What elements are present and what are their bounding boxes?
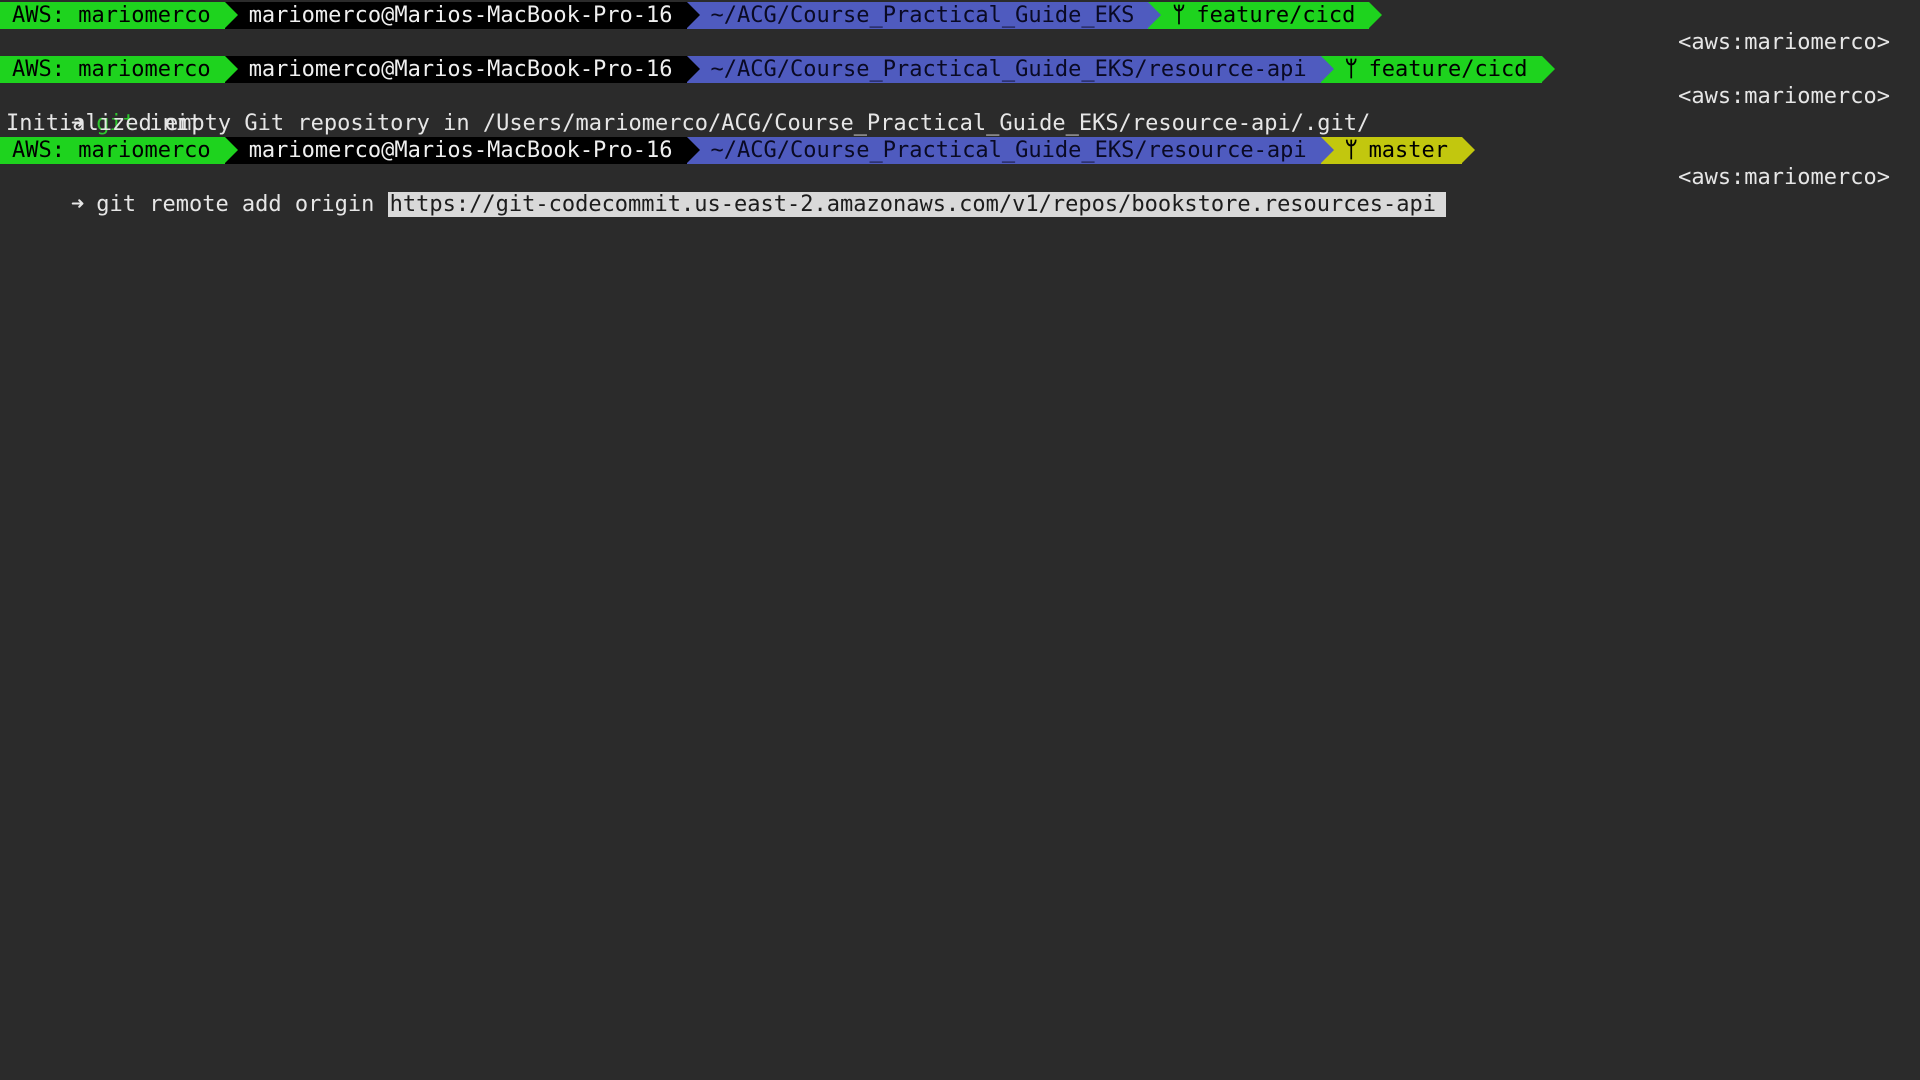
aws-profile-segment: AWS: mariomerco: [0, 2, 238, 29]
prompt-arrow-icon: ➜: [70, 192, 85, 217]
host-segment: mariomerco@Marios-MacBook-Pro-16: [224, 56, 700, 83]
git-branch-segment: ᛘ feature/cicd: [1320, 56, 1555, 83]
git-branch-segment: ᛘ feature/cicd: [1148, 2, 1383, 29]
right-prompt: <aws:mariomerco>: [1678, 30, 1890, 55]
prompt-line: AWS: mariomerco mariomerco@Marios-MacBoo…: [0, 56, 1920, 83]
prompt-line: AWS: mariomerco mariomerco@Marios-MacBoo…: [0, 137, 1920, 164]
git-branch-segment: ᛘ master: [1320, 137, 1476, 164]
prompt-line: AWS: mariomerco mariomerco@Marios-MacBoo…: [0, 2, 1920, 29]
aws-profile-segment: AWS: mariomerco: [0, 137, 238, 164]
host-segment: mariomerco@Marios-MacBook-Pro-16: [224, 2, 700, 29]
command-line[interactable]: ➜ git remote add origin https://git-codec…: [0, 164, 1920, 217]
terminal-window[interactable]: AWS: mariomerco mariomerco@Marios-MacBoo…: [0, 0, 1920, 1080]
aws-profile-segment: AWS: mariomerco: [0, 56, 238, 83]
command-output: Initialized empty Git repository in /Use…: [6, 111, 1371, 136]
selected-url-text[interactable]: https://git-codecommit.us-east-2.amazona…: [387, 192, 1447, 217]
directory-segment: ~/ACG/Course_Practical_Guide_EKS: [686, 2, 1162, 29]
command-line[interactable]: ➜cd resource-api <aws:mariomerco>: [0, 29, 1920, 82]
directory-segment: ~/ACG/Course_Practical_Guide_EKS/resourc…: [686, 56, 1334, 83]
right-prompt: <aws:mariomerco>: [1678, 165, 1890, 190]
command-text: git remote add origin: [96, 192, 375, 217]
host-segment: mariomerco@Marios-MacBook-Pro-16: [224, 137, 700, 164]
git-branch-icon: ᛘ: [1344, 57, 1358, 82]
command-line[interactable]: ➜ git init <aws:mariomerco>: [0, 83, 1920, 136]
git-branch-icon: ᛘ: [1344, 138, 1358, 163]
git-branch-icon: ᛘ: [1172, 3, 1186, 28]
right-prompt: <aws:mariomerco>: [1678, 84, 1890, 109]
directory-segment: ~/ACG/Course_Practical_Guide_EKS/resourc…: [686, 137, 1334, 164]
